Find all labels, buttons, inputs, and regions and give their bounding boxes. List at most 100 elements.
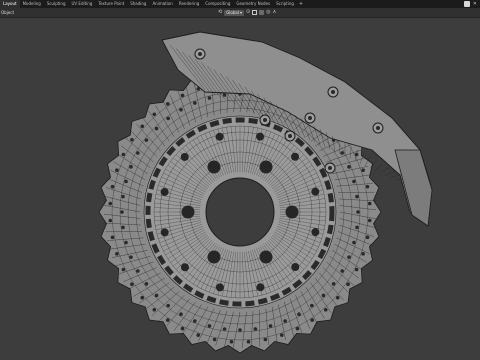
caliper-bolt-center — [288, 134, 292, 138]
workspace-tab-rendering[interactable]: Rendering — [176, 0, 202, 8]
rotor-hole — [215, 132, 224, 141]
center-bore — [205, 177, 275, 247]
caliper-bolt-center — [308, 116, 312, 120]
rotor-drill-hole — [110, 184, 115, 189]
rotor-drill-hole — [365, 184, 370, 189]
transform-orientation-label: Global — [226, 9, 239, 15]
rotor-drill-hole — [340, 269, 344, 273]
rotor-drill-hole — [108, 201, 113, 206]
workspace-tab-sculpting[interactable]: Sculpting — [44, 0, 69, 8]
topbar-right: ✕ — [463, 0, 480, 8]
rotor-drill-hole — [268, 324, 273, 328]
rotor-drill-hole — [295, 326, 300, 331]
lug-hole — [259, 160, 273, 174]
rotor-drill-hole — [115, 251, 119, 256]
rotor-drill-hole — [361, 168, 365, 173]
rotor-drill-hole — [222, 327, 227, 331]
workspace-tab-bar: Layout Modeling Sculpting UV Editing Texture… — [0, 0, 480, 8]
rotor-drill-hole — [253, 327, 258, 331]
rotor-drill-hole — [120, 210, 124, 214]
rotor-drill-hole — [279, 333, 284, 337]
viewport-header: Object ⟲ Global ▾ ⊙ ◎ ∧ — [0, 8, 480, 18]
lug-hole — [207, 160, 221, 174]
rotor-drill-hole — [356, 210, 360, 214]
close-icon[interactable]: ✕ — [473, 0, 477, 8]
rotor-drill-hole — [124, 179, 128, 184]
rotor-hole — [311, 228, 320, 237]
rotor-drill-hole — [152, 307, 157, 312]
rotor-drill-hole — [367, 218, 372, 223]
rotor-drill-hole — [347, 165, 351, 169]
rotor-drill-hole — [140, 295, 145, 300]
workspace-tab-texture-paint[interactable]: Texture Paint — [95, 0, 127, 8]
workspace-tab-animation[interactable]: Animation — [149, 0, 175, 8]
snap-dropdown[interactable] — [259, 10, 265, 15]
rotor-drill-hole — [179, 108, 183, 112]
rotor-drill-hole — [166, 303, 170, 308]
mode-selector[interactable]: Object — [1, 8, 14, 17]
rotor-drill-hole — [180, 93, 185, 98]
workspace-tab-shading[interactable]: Shading — [127, 0, 149, 8]
lug-hole — [285, 205, 299, 219]
lug-hole — [181, 205, 195, 219]
workspace-tab-geometry-nodes[interactable]: Geometry Nodes — [233, 0, 273, 8]
wire-line — [374, 163, 383, 171]
rotor-hole — [160, 187, 169, 196]
chevron-down-icon: ▾ — [239, 9, 242, 15]
rotor-drill-hole — [346, 282, 350, 287]
rotor-hole — [311, 187, 320, 196]
rotor-drill-hole — [165, 318, 170, 322]
caliper-bolt-center — [328, 166, 332, 170]
rotor-hole — [256, 132, 265, 141]
workspace-tab-uv-editing[interactable]: UV Editing — [69, 0, 96, 8]
pivot-icon[interactable]: ⊙ — [246, 9, 250, 16]
workspace-tab-compositing[interactable]: Compositing — [202, 0, 233, 8]
rotor-hole — [160, 228, 169, 237]
rotor-hole — [215, 283, 224, 292]
rotor-drill-hole — [323, 307, 328, 312]
rotor-drill-hole — [129, 165, 133, 169]
rotor-drill-hole — [347, 255, 351, 259]
workspace-tab-modeling[interactable]: Modeling — [20, 0, 44, 8]
workspace-tab-layout[interactable]: Layout — [0, 0, 20, 8]
add-workspace-button[interactable]: + — [297, 0, 305, 8]
rotor-hole — [256, 283, 265, 292]
transform-orientation-dropdown[interactable]: Global ▾ — [224, 9, 244, 16]
snap-icon[interactable] — [252, 10, 258, 15]
rotor-drill-hole — [229, 339, 234, 344]
rotor-drill-hole — [310, 318, 315, 322]
rotor-drill-hole — [179, 312, 183, 316]
rotor-hole — [291, 152, 300, 161]
rotor-drill-hole — [154, 293, 159, 298]
rotor-drill-hole — [136, 269, 140, 273]
rotor-drill-hole — [355, 194, 359, 199]
rotor-drill-hole — [207, 324, 212, 328]
proportional-icon[interactable]: ◎ — [266, 9, 270, 16]
rotor-drill-hole — [310, 303, 314, 308]
scene-icon[interactable] — [463, 1, 470, 7]
3d-viewport[interactable] — [0, 18, 480, 360]
rotor-drill-hole — [367, 201, 372, 206]
rotor-drill-hole — [263, 337, 268, 342]
rotor-drill-hole — [121, 267, 126, 272]
rotor-drill-hole — [283, 319, 287, 323]
proportional-falloff-icon[interactable]: ∧ — [273, 9, 277, 16]
rotor-drill-hole — [110, 235, 115, 240]
workspace-tab-scripting[interactable]: Scripting — [273, 0, 297, 8]
rotor-drill-hole — [130, 137, 134, 142]
rotor-drill-hole — [152, 112, 157, 117]
caliper-bolt-center — [263, 118, 267, 122]
rotor-drill-hole — [130, 282, 134, 287]
caliper-bolt-center — [198, 52, 202, 56]
rotor-hole — [291, 263, 300, 272]
rotor-drill-hole — [354, 267, 359, 272]
wire-line — [384, 170, 396, 176]
lug-hole — [259, 250, 273, 264]
caliper-bolt-center — [331, 90, 335, 94]
orientation-icon[interactable]: ⟲ — [218, 9, 222, 16]
wire-line — [379, 167, 389, 174]
rotor-drill-hole — [207, 96, 212, 100]
rotor-drill-hole — [136, 151, 140, 155]
rotor-drill-hole — [121, 152, 126, 157]
rotor-drill-hole — [365, 235, 370, 240]
